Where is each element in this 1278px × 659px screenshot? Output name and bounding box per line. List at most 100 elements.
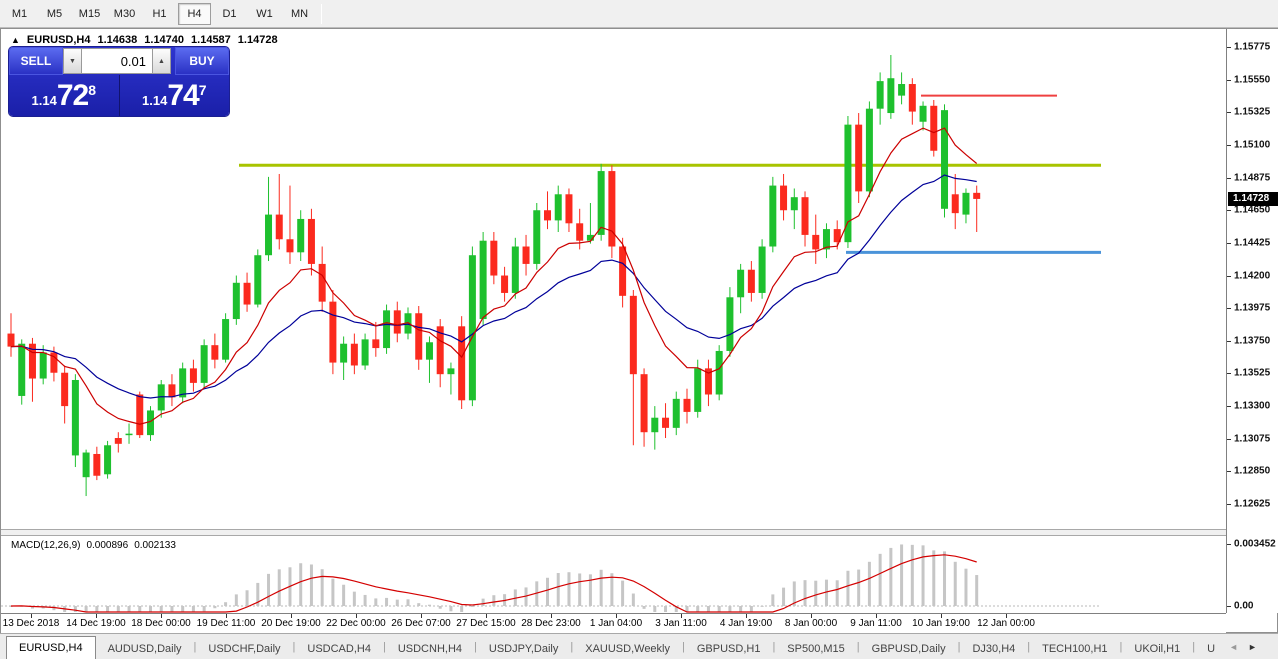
candle-body-down[interactable] (458, 326, 465, 400)
chart-tab-sp500-m15[interactable]: SP500,M15 (775, 638, 856, 659)
chart-tab-usdchf-daily[interactable]: USDCHF,Daily (196, 638, 292, 659)
candle-body-down[interactable] (190, 368, 197, 383)
time-axis[interactable]: 13 Dec 201814 Dec 19:0018 Dec 00:0019 De… (1, 613, 1226, 634)
candle-body-down[interactable] (244, 283, 251, 305)
candle-body-up[interactable] (716, 351, 723, 395)
timeframe-button-d1[interactable]: D1 (213, 3, 246, 25)
candle-body-up[interactable] (791, 197, 798, 210)
panel-splitter[interactable] (1, 529, 1226, 536)
candle-body-down[interactable] (812, 235, 819, 250)
candle-body-up[interactable] (769, 186, 776, 247)
candle-body-down[interactable] (630, 296, 637, 374)
candle-body-down[interactable] (608, 171, 615, 246)
candle-body-down[interactable] (662, 418, 669, 428)
candle-body-down[interactable] (168, 384, 175, 397)
volume-increase-button[interactable]: ▲ (152, 48, 171, 74)
candle-body-down[interactable] (952, 194, 959, 213)
candle-body-up[interactable] (83, 453, 90, 478)
candle-body-up[interactable] (726, 297, 733, 351)
candle-body-up[interactable] (823, 229, 830, 249)
chart-tab-gbpusd-h1[interactable]: GBPUSD,H1 (685, 638, 773, 659)
candle-body-up[interactable] (254, 255, 261, 304)
candle-body-up[interactable] (104, 445, 111, 474)
tabs-scroll-right-icon[interactable]: ► (1248, 642, 1257, 652)
candle-body-down[interactable] (211, 345, 218, 360)
candle-body-up[interactable] (469, 255, 476, 400)
candle-body-up[interactable] (201, 345, 208, 383)
candle-body-up[interactable] (297, 219, 304, 252)
candle-body-up[interactable] (233, 283, 240, 319)
timeframe-button-m30[interactable]: M30 (108, 3, 141, 25)
candle-body-down[interactable] (372, 339, 379, 348)
sell-price[interactable]: 1.14 72 8 (9, 75, 120, 116)
candle-body-up[interactable] (694, 368, 701, 412)
candle-body-down[interactable] (748, 270, 755, 293)
candle-body-up[interactable] (887, 78, 894, 113)
candle-body-down[interactable] (619, 247, 626, 296)
candle-body-up[interactable] (265, 215, 272, 256)
candle-body-up[interactable] (480, 241, 487, 319)
candle-body-up[interactable] (72, 380, 79, 455)
candle-body-down[interactable] (329, 302, 336, 363)
candle-body-down[interactable] (308, 219, 315, 264)
candle-body-down[interactable] (576, 223, 583, 240)
candle-body-up[interactable] (222, 319, 229, 360)
candle-body-up[interactable] (18, 344, 25, 396)
candle-body-down[interactable] (8, 334, 15, 347)
candle-body-down[interactable] (501, 276, 508, 293)
candle-body-down[interactable] (93, 454, 100, 476)
candle-body-down[interactable] (286, 239, 293, 252)
volume-decrease-button[interactable]: ▼ (63, 48, 82, 74)
candle-body-down[interactable] (973, 193, 980, 199)
timeframe-button-w1[interactable]: W1 (248, 3, 281, 25)
candle-body-down[interactable] (136, 394, 143, 435)
volume-input[interactable]: 0.01 (82, 48, 152, 74)
chart-tab-ukoil-h1[interactable]: UKOil,H1 (1122, 638, 1192, 659)
candle-body-up[interactable] (844, 125, 851, 243)
timeframe-button-h1[interactable]: H1 (143, 3, 176, 25)
candle-body-down[interactable] (394, 310, 401, 333)
chart-tab-audusd-daily[interactable]: AUDUSD,Daily (96, 638, 194, 659)
candle-body-up[interactable] (941, 110, 948, 209)
candle-body-down[interactable] (319, 264, 326, 302)
candle-body-up[interactable] (737, 270, 744, 298)
candle-body-down[interactable] (115, 438, 122, 444)
price-axis[interactable]: 1.157751.155501.153251.151001.148751.146… (1226, 29, 1278, 613)
candle-body-down[interactable] (351, 344, 358, 366)
candle-body-up[interactable] (340, 344, 347, 363)
candle-body-up[interactable] (126, 434, 133, 436)
candle-body-down[interactable] (276, 215, 283, 240)
candle-body-up[interactable] (651, 418, 658, 433)
candle-body-up[interactable] (555, 194, 562, 220)
timeframe-button-m5[interactable]: M5 (38, 3, 71, 25)
candle-body-up[interactable] (877, 81, 884, 109)
timeframe-button-mn[interactable]: MN (283, 3, 316, 25)
candle-body-up[interactable] (920, 106, 927, 122)
chart-tab-dj30-h4[interactable]: DJ30,H4 (960, 638, 1027, 659)
candle-body-up[interactable] (866, 109, 873, 192)
candle-body-up[interactable] (598, 171, 605, 235)
candle-body-down[interactable] (683, 399, 690, 412)
candle-body-down[interactable] (855, 125, 862, 192)
candle-body-down[interactable] (780, 186, 787, 211)
candle-body-up[interactable] (673, 399, 680, 428)
candle-body-up[interactable] (383, 310, 390, 348)
candle-body-down[interactable] (802, 197, 809, 235)
candle-body-up[interactable] (362, 339, 369, 365)
candle-body-up[interactable] (512, 247, 519, 293)
buy-button[interactable]: BUY (175, 47, 229, 75)
chart-tab-usdcad-h4[interactable]: USDCAD,H4 (295, 638, 383, 659)
candle-body-down[interactable] (61, 373, 68, 406)
candle-body-up[interactable] (898, 84, 905, 96)
candle-body-up[interactable] (147, 410, 154, 435)
chart-tab-tech100-h1[interactable]: TECH100,H1 (1030, 638, 1119, 659)
candle-body-down[interactable] (909, 84, 916, 112)
buy-price[interactable]: 1.14 74 7 (120, 75, 230, 116)
chart-tab-u[interactable]: U (1195, 638, 1227, 659)
timeframe-button-m15[interactable]: M15 (73, 3, 106, 25)
trade-panel-collapse-icon[interactable]: ▲ (11, 35, 20, 45)
candle-body-down[interactable] (523, 247, 530, 264)
candle-body-up[interactable] (962, 193, 969, 215)
candle-body-up[interactable] (40, 352, 47, 378)
candle-body-down[interactable] (641, 374, 648, 432)
